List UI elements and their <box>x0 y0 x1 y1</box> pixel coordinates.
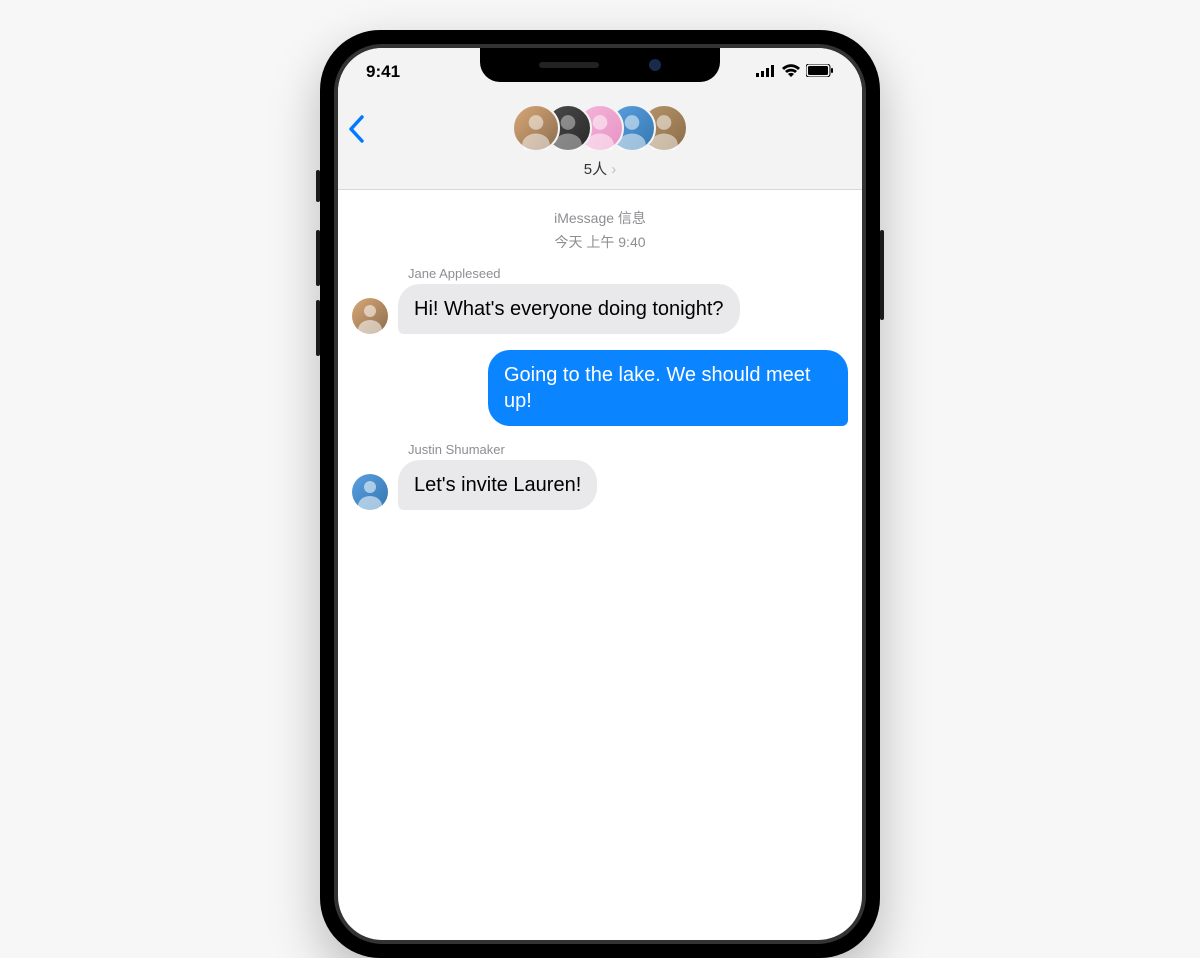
message-row-incoming: Hi! What's everyone doing tonight? <box>352 284 848 334</box>
sender-avatar[interactable] <box>352 298 388 334</box>
wifi-icon <box>782 62 800 82</box>
volume-down-button <box>316 300 320 356</box>
volume-up-button <box>316 230 320 286</box>
mute-switch <box>316 170 320 202</box>
thread-timestamp: 今天 上午 9:40 <box>352 232 848 252</box>
message-bubble[interactable]: Hi! What's everyone doing tonight? <box>398 284 740 334</box>
status-time: 9:41 <box>366 62 400 82</box>
front-camera <box>649 59 661 71</box>
message-thread[interactable]: iMessage 信息 今天 上午 9:40 Jane Appleseed Hi… <box>338 190 862 532</box>
side-button <box>880 230 884 320</box>
group-avatars[interactable] <box>350 104 850 152</box>
cellular-icon <box>756 62 776 82</box>
back-button[interactable] <box>348 114 364 151</box>
speaker-grille <box>539 62 599 68</box>
screen: 9:41 <box>334 44 866 944</box>
group-count-label: 5人 <box>584 161 607 178</box>
sender-name: Justin Shumaker <box>408 442 848 457</box>
avatar <box>512 104 560 152</box>
message-row-outgoing: Going to the lake. We should meet up! <box>352 350 848 426</box>
conversation-header: 5人 › <box>338 96 862 190</box>
sender-name: Jane Appleseed <box>408 266 848 281</box>
chevron-right-icon: › <box>607 161 616 178</box>
thread-service-label: iMessage 信息 <box>352 208 848 228</box>
battery-icon <box>806 62 834 82</box>
sender-avatar[interactable] <box>352 474 388 510</box>
message-bubble[interactable]: Going to the lake. We should meet up! <box>488 350 848 426</box>
message-row-incoming: Let's invite Lauren! <box>352 460 848 510</box>
status-indicators <box>756 62 834 82</box>
group-details-button[interactable]: 5人 › <box>350 158 850 179</box>
notch <box>480 48 720 82</box>
phone-frame: 9:41 <box>320 30 880 958</box>
message-bubble[interactable]: Let's invite Lauren! <box>398 460 597 510</box>
